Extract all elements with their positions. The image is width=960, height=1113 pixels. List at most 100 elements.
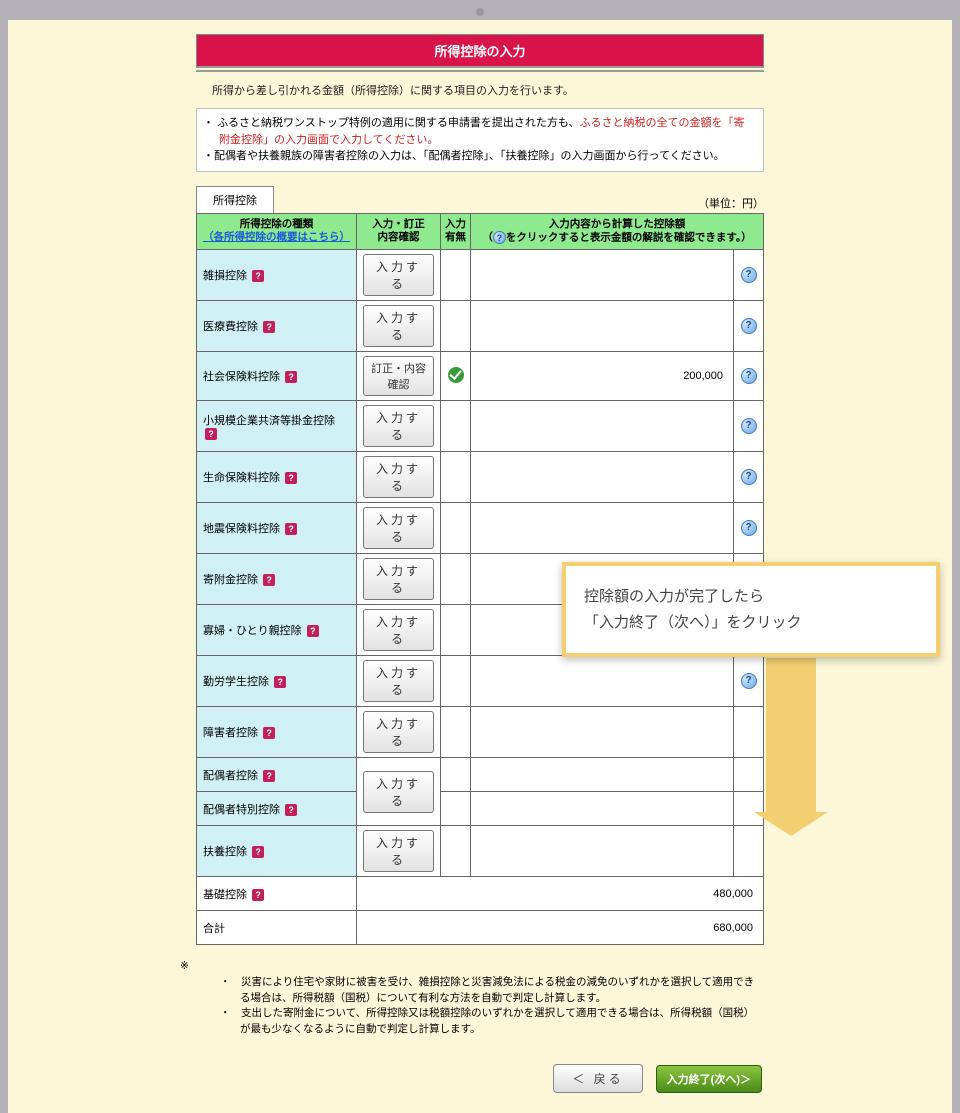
input-cell: 入力する bbox=[357, 401, 441, 452]
help-icon[interactable]: ? bbox=[285, 523, 297, 535]
help-icon[interactable]: ? bbox=[285, 472, 297, 484]
back-button[interactable]: ＜ 戻る bbox=[553, 1064, 642, 1093]
deduction-name: 小規模企業共済等掛金控除 ? bbox=[197, 401, 357, 452]
info-cell: ? bbox=[734, 452, 764, 503]
help-icon[interactable]: ? bbox=[263, 727, 275, 739]
input-button[interactable]: 入力する bbox=[363, 558, 434, 600]
amount-cell bbox=[471, 301, 734, 352]
help-icon[interactable]: ? bbox=[252, 846, 264, 858]
next-button[interactable]: 入力終了(次へ)＞ bbox=[656, 1065, 762, 1093]
notice-box: ふるさと納税ワンストップ特例の適用に関する申請書を提出された方も、ふるさと納税の… bbox=[196, 108, 764, 172]
deduction-name: 社会保険料控除 ? bbox=[197, 352, 357, 401]
notice-line-1: ふるさと納税ワンストップ特例の適用に関する申請書を提出された方も、ふるさと納税の… bbox=[207, 115, 753, 148]
tab-deductions[interactable]: 所得控除 bbox=[196, 186, 274, 213]
check-cell bbox=[441, 826, 471, 877]
input-cell: 訂正・内容確認 bbox=[357, 352, 441, 401]
camera-icon bbox=[476, 8, 484, 16]
input-button[interactable]: 入力する bbox=[363, 830, 434, 872]
th-check: 入力 有無 bbox=[441, 213, 471, 250]
amount-cell bbox=[471, 250, 734, 301]
deduction-name: 医療費控除 ? bbox=[197, 301, 357, 352]
info-cell: ? bbox=[734, 503, 764, 554]
summary-row: 基礎控除 ?480,000 bbox=[197, 877, 764, 911]
input-button[interactable]: 入力する bbox=[363, 456, 434, 498]
table-row: 生命保険料控除 ?入力する? bbox=[197, 452, 764, 503]
deduction-name: 障害者控除 ? bbox=[197, 707, 357, 758]
info-icon[interactable]: ? bbox=[741, 520, 757, 536]
input-button[interactable]: 入力する bbox=[363, 254, 434, 296]
input-button[interactable]: 入力する bbox=[363, 405, 434, 447]
info-icon[interactable]: ? bbox=[741, 318, 757, 334]
input-button[interactable]: 入力する bbox=[363, 507, 434, 549]
amount-cell bbox=[471, 826, 734, 877]
notice-line-2: 配偶者や扶養親族の障害者控除の入力は、「配偶者控除」、「扶養控除」の入力画面から… bbox=[207, 148, 753, 165]
input-cell: 入力する bbox=[357, 250, 441, 301]
instruction-callout: 控除額の入力が完了したら 「入力終了（次へ）」をクリック bbox=[562, 562, 940, 657]
amount-cell bbox=[471, 792, 734, 826]
table-row: 扶養控除 ?入力する bbox=[197, 826, 764, 877]
input-cell: 入力する bbox=[357, 758, 441, 826]
help-icon[interactable]: ? bbox=[285, 371, 297, 383]
info-cell bbox=[734, 707, 764, 758]
table-row: 配偶者特別控除 ? bbox=[197, 792, 764, 826]
table-row: 障害者控除 ?入力する bbox=[197, 707, 764, 758]
help-icon[interactable]: ? bbox=[263, 574, 275, 586]
check-cell bbox=[441, 401, 471, 452]
footnote-item: 災害により住宅や家財に被害を受け、雑損控除と災害減免法による税金の減免のいずれか… bbox=[220, 975, 764, 1007]
input-button[interactable]: 入力する bbox=[363, 771, 434, 813]
help-icon[interactable]: ? bbox=[263, 321, 275, 333]
callout-arrow-icon bbox=[766, 658, 816, 814]
input-button[interactable]: 入力する bbox=[363, 711, 434, 753]
summary-amount: 680,000 bbox=[357, 911, 764, 945]
correct-button[interactable]: 訂正・内容確認 bbox=[363, 356, 434, 396]
help-icon[interactable]: ? bbox=[252, 270, 264, 282]
table-row: 地震保険料控除 ?入力する? bbox=[197, 503, 764, 554]
info-cell: ? bbox=[734, 401, 764, 452]
th-type: 所得控除の種類 （各所得控除の概要はこちら） bbox=[197, 213, 357, 250]
info-cell: ? bbox=[734, 250, 764, 301]
footnote-marker: ※ bbox=[180, 960, 189, 972]
help-icon[interactable]: ? bbox=[274, 676, 286, 688]
amount-cell bbox=[471, 656, 734, 707]
check-cell bbox=[441, 301, 471, 352]
table-row: 小規模企業共済等掛金控除 ?入力する? bbox=[197, 401, 764, 452]
input-cell: 入力する bbox=[357, 554, 441, 605]
table-row: 雑損控除 ?入力する? bbox=[197, 250, 764, 301]
check-cell bbox=[441, 452, 471, 503]
footnote-item: 支出した寄附金について、所得控除又は税額控除のいずれかを選択して適用できる場合は… bbox=[220, 1006, 764, 1038]
summary-amount: 480,000 bbox=[357, 877, 764, 911]
input-cell: 入力する bbox=[357, 503, 441, 554]
info-cell: ? bbox=[734, 301, 764, 352]
info-icon[interactable]: ? bbox=[741, 368, 757, 384]
link-type-overview[interactable]: （各所得控除の概要はこちら） bbox=[203, 231, 350, 243]
deduction-name: 生命保険料控除 ? bbox=[197, 452, 357, 503]
input-button[interactable]: 入力する bbox=[363, 609, 434, 651]
help-icon[interactable]: ? bbox=[307, 625, 319, 637]
info-icon[interactable]: ? bbox=[741, 418, 757, 434]
info-icon: ? bbox=[493, 231, 506, 244]
page-title: 所得控除の入力 bbox=[196, 34, 764, 68]
input-cell: 入力する bbox=[357, 605, 441, 656]
browser-chrome bbox=[0, 0, 960, 20]
info-cell: ? bbox=[734, 352, 764, 401]
input-cell: 入力する bbox=[357, 656, 441, 707]
input-button[interactable]: 入力する bbox=[363, 660, 434, 702]
input-cell: 入力する bbox=[357, 707, 441, 758]
table-row: 医療費控除 ?入力する? bbox=[197, 301, 764, 352]
info-icon[interactable]: ? bbox=[741, 267, 757, 283]
amount-cell bbox=[471, 758, 734, 792]
help-icon[interactable]: ? bbox=[205, 428, 217, 440]
check-cell bbox=[441, 605, 471, 656]
deduction-name: 配偶者控除 ? bbox=[197, 758, 357, 792]
info-icon[interactable]: ? bbox=[741, 673, 757, 689]
info-icon[interactable]: ? bbox=[741, 469, 757, 485]
help-icon[interactable]: ? bbox=[285, 804, 297, 816]
checkmark-icon bbox=[448, 367, 464, 383]
amount-cell: 200,000 bbox=[471, 352, 734, 401]
help-icon[interactable]: ? bbox=[263, 770, 275, 782]
input-button[interactable]: 入力する bbox=[363, 305, 434, 347]
info-cell bbox=[734, 758, 764, 792]
table-row: 勤労学生控除 ?入力する? bbox=[197, 656, 764, 707]
help-icon[interactable]: ? bbox=[252, 889, 264, 901]
intro-text: 所得から差し引かれる金額（所得控除）に関する項目の入力を行います。 bbox=[196, 72, 764, 104]
